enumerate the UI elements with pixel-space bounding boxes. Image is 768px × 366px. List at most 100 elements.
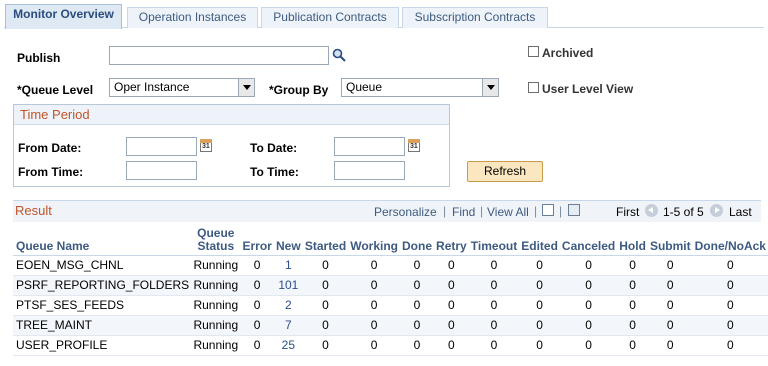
to-time-label: To Time: (250, 165, 299, 179)
cell-edited: 0 (519, 255, 560, 276)
publish-input[interactable] (109, 46, 329, 65)
cell-status: Running (191, 335, 241, 356)
to-date-input[interactable] (334, 137, 405, 156)
from-time-input[interactable] (126, 161, 197, 180)
row-range: 1-5 of 5 (663, 205, 704, 219)
table-row: USER_PROFILE Running 0 25 0 0 0 0 0 0 0 0 0 0 (13, 335, 768, 356)
cell-error: 0 (240, 275, 274, 296)
cell-submit: 0 (647, 315, 693, 336)
divider: | (559, 204, 563, 218)
column-header-new[interactable]: New (273, 222, 303, 256)
column-header-working[interactable]: Working (348, 222, 401, 256)
cell-hold: 0 (617, 295, 648, 316)
column-header-started[interactable]: Started (302, 222, 349, 256)
column-header-done[interactable]: Done (400, 222, 435, 256)
cell-retry: 0 (434, 255, 469, 276)
to-date-label: To Date: (250, 141, 298, 155)
next-icon[interactable] (710, 204, 723, 217)
tab-monitor-overview[interactable]: Monitor Overview (5, 4, 122, 29)
cell-timeout: 0 (468, 335, 520, 356)
from-date-input[interactable] (126, 137, 197, 156)
result-title: Result (15, 203, 52, 218)
cell-started: 0 (302, 315, 349, 336)
table-row: PTSF_SES_FEEDS Running 0 2 0 0 0 0 0 0 0 0 0 0 (13, 295, 768, 316)
column-header-timeout[interactable]: Timeout (468, 222, 520, 256)
cell-canceled: 0 (559, 295, 618, 316)
to-time-input[interactable] (334, 161, 405, 180)
cell-new[interactable]: 101 (273, 275, 303, 296)
cell-new[interactable]: 2 (273, 295, 303, 316)
cell-new[interactable]: 25 (273, 335, 303, 356)
cell-done: 0 (400, 315, 435, 336)
cell-submit: 0 (647, 295, 693, 316)
cell-new[interactable]: 1 (273, 255, 303, 276)
cell-retry: 0 (434, 315, 469, 336)
tab-bar: Monitor Overview Operation Instances Pub… (4, 4, 764, 29)
queue-level-value: Oper Instance (114, 80, 190, 94)
column-header-queue-status[interactable]: Queue Status (191, 222, 241, 256)
cell-canceled: 0 (559, 275, 618, 296)
cell-started: 0 (302, 255, 349, 276)
tab-subscription-contracts[interactable]: Subscription Contracts (402, 7, 548, 28)
from-time-label: From Time: (18, 165, 84, 179)
calendar-icon[interactable]: 31 (200, 139, 212, 152)
column-header-done-noack[interactable]: Done/NoAck (692, 222, 768, 256)
tab-publication-contracts[interactable]: Publication Contracts (261, 7, 399, 28)
refresh-button[interactable]: Refresh (467, 161, 543, 182)
cell-retry: 0 (434, 275, 469, 296)
group-by-label: *Group By (269, 83, 329, 97)
cell-done-noack: 0 (692, 335, 768, 356)
column-header-queue-name[interactable]: Queue Name (13, 222, 192, 256)
previous-icon[interactable] (645, 204, 658, 217)
divider: | (443, 204, 447, 218)
group-by-select[interactable]: Queue (341, 78, 499, 97)
cell-canceled: 0 (559, 335, 618, 356)
chevron-down-icon (238, 79, 254, 96)
column-header-hold[interactable]: Hold (617, 222, 648, 256)
result-grid-header: Result Personalize | Find | View All | |… (13, 200, 761, 222)
cell-done-noack: 0 (692, 275, 768, 296)
last-link[interactable]: Last (729, 205, 752, 219)
tab-operation-instances[interactable]: Operation Instances (127, 7, 258, 28)
table-row: TREE_MAINT Running 0 7 0 0 0 0 0 0 0 0 0 0 (13, 315, 768, 336)
cell-status: Running (191, 255, 241, 276)
cell-queue-name: PTSF_SES_FEEDS (13, 295, 192, 316)
column-header-error[interactable]: Error (240, 222, 274, 256)
cell-queue-name: EOEN_MSG_CHNL (13, 255, 192, 276)
column-header-canceled[interactable]: Canceled (559, 222, 618, 256)
cell-edited: 0 (519, 295, 560, 316)
cell-edited: 0 (519, 315, 560, 336)
cell-queue-name: PSRF_REPORTING_FOLDERS (13, 275, 192, 296)
archived-checkbox[interactable] (528, 46, 539, 57)
search-icon[interactable] (332, 48, 346, 62)
cell-error: 0 (240, 295, 274, 316)
cell-status: Running (191, 315, 241, 336)
column-header-edited[interactable]: Edited (519, 222, 560, 256)
find-link[interactable]: Find (452, 205, 475, 219)
cell-queue-name: TREE_MAINT (13, 315, 192, 336)
user-level-view-checkbox[interactable] (528, 82, 539, 93)
column-header-submit[interactable]: Submit (647, 222, 693, 256)
view-all-link[interactable]: View All (487, 205, 529, 219)
cell-done: 0 (400, 275, 435, 296)
queue-level-label: *Queue Level (17, 83, 94, 97)
table-row: EOEN_MSG_CHNL Running 0 1 0 0 0 0 0 0 0 0 0 0 (13, 255, 768, 276)
queue-level-select[interactable]: Oper Instance (109, 78, 255, 97)
download-grid-icon[interactable] (568, 204, 580, 216)
first-link[interactable]: First (616, 205, 639, 219)
cell-hold: 0 (617, 275, 648, 296)
cell-queue-name: USER_PROFILE (13, 335, 192, 356)
cell-timeout: 0 (468, 255, 520, 276)
personalize-link[interactable]: Personalize (374, 205, 437, 219)
cell-done: 0 (400, 295, 435, 316)
column-header-retry[interactable]: Retry (434, 222, 469, 256)
cell-new[interactable]: 7 (273, 315, 303, 336)
cell-submit: 0 (647, 275, 693, 296)
calendar-icon[interactable]: 31 (408, 139, 420, 152)
chevron-down-icon (482, 79, 498, 96)
table-header-row: Queue Name Queue Status Error New Starte… (13, 222, 768, 256)
cell-working: 0 (348, 255, 401, 276)
cell-working: 0 (348, 335, 401, 356)
new-window-icon[interactable] (542, 204, 554, 216)
publish-label: Publish (17, 51, 61, 65)
